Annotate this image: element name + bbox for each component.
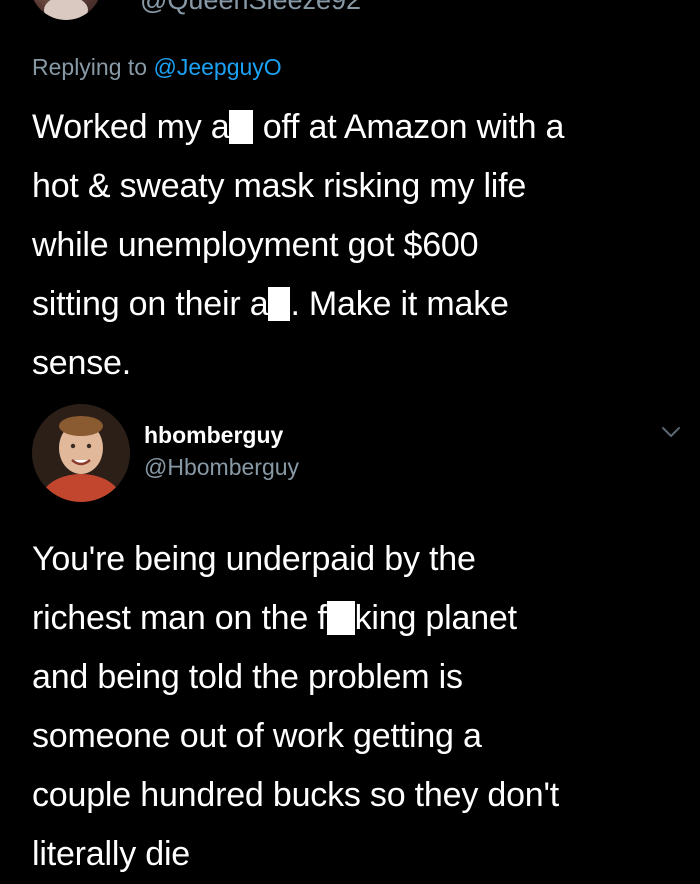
tweet-text-hbomberguy: You're being underpaid by the richest ma… (32, 530, 682, 884)
queensleeze-avatar[interactable] (30, 0, 102, 20)
replying-to-label: Replying to (32, 54, 154, 80)
tweet2-text-part: richest man on the f (32, 599, 327, 637)
tweet2-text-part: king planet (354, 599, 517, 637)
tweet2-line: couple hundred bucks so they don't (32, 776, 560, 814)
reply-author-handle[interactable]: @Hbomberguy (144, 452, 299, 482)
avatar-photo-icon (44, 0, 88, 20)
tweet1-text-part: Worked my a (32, 108, 230, 146)
tweet2-line: and being told the problem is (32, 658, 463, 696)
tweet-text-queensleeze: Worked my a off at Amazon with a hot & s… (32, 98, 682, 393)
tweet1-line: sense. (32, 344, 131, 382)
tweet1-text-part: off at Amazon with a (253, 108, 565, 146)
tweet2-line: You're being underpaid by the (32, 540, 476, 578)
tweet2-line: someone out of work getting a (32, 717, 482, 755)
chevron-down-icon[interactable] (660, 424, 682, 440)
censor-bar (229, 110, 254, 144)
tweet1-text-part: . Make it make (290, 285, 509, 323)
tweet2-line: richest man on the f king planet (32, 589, 682, 648)
reply-author-name[interactable]: hbomberguy (144, 420, 283, 450)
hbomberguy-avatar[interactable] (32, 404, 130, 502)
tweet2-line: literally die (32, 835, 191, 873)
avatar-photo-icon (32, 404, 130, 502)
tweet1-line: hot & sweaty mask risking my life (32, 167, 527, 205)
censor-bar (326, 601, 355, 635)
tweet1-line: sitting on their a . Make it make (32, 275, 682, 334)
censor-bar (268, 287, 291, 321)
reply-mention-link[interactable]: @JeepguyO (153, 54, 281, 80)
tweet1-line: Worked my a off at Amazon with a (32, 98, 682, 157)
replying-to-line: Replying to @JeepguyO (32, 52, 282, 82)
tweet1-line: while unemployment got $600 (32, 226, 479, 264)
tweet1-text-part: sitting on their a (32, 285, 269, 323)
top-user-handle[interactable]: @QueenSleeze92 (140, 0, 361, 18)
